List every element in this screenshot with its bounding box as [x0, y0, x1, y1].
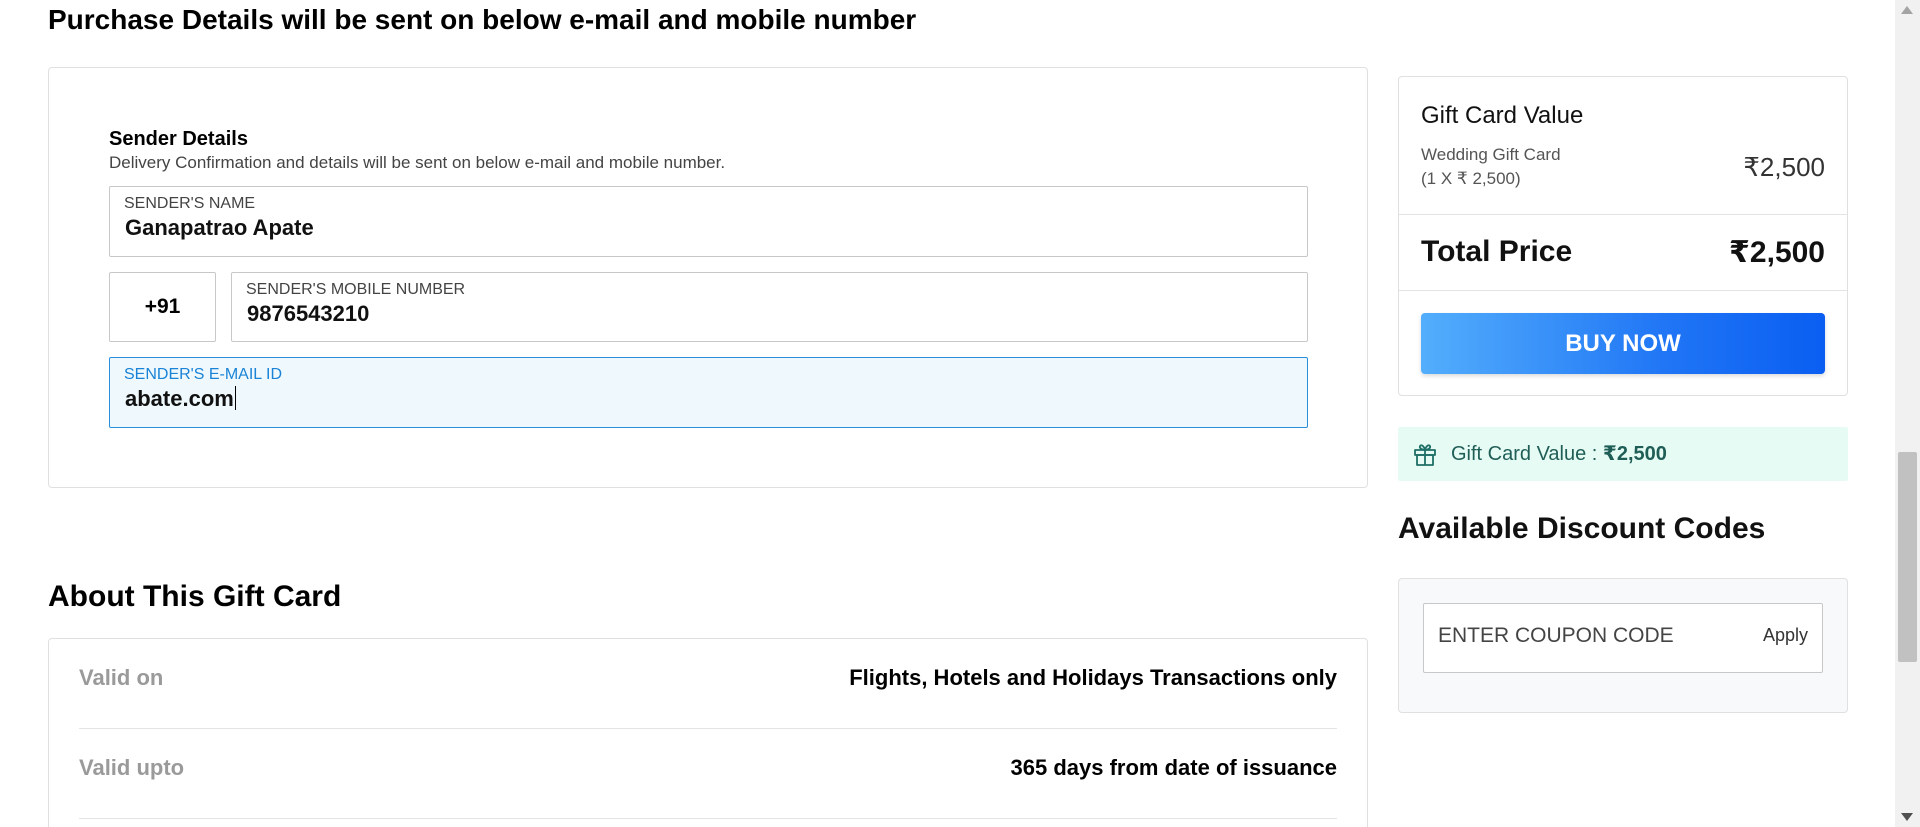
about-row-valid-upto: Valid upto 365 days from date of issuanc…: [79, 729, 1337, 819]
sender-name-label: SENDER'S NAME: [124, 195, 256, 212]
coupon-card: Apply: [1398, 578, 1848, 713]
divider: [1399, 290, 1847, 291]
purchase-heading: Purchase Details will be sent on below e…: [48, 4, 917, 35]
gift-card-value-banner: Gift Card Value : ₹2,500: [1398, 427, 1848, 481]
about-gift-card-heading: About This Gift Card: [48, 580, 342, 613]
gift-card-quantity: (1 X ₹ 2,500): [1421, 169, 1521, 188]
sender-details-title: Sender Details: [109, 128, 248, 150]
country-code-value: +91: [144, 295, 181, 318]
sender-name-field[interactable]: SENDER'S NAME Ganapatrao Apate: [109, 186, 1308, 257]
sender-details-subtitle: Delivery Confirmation and details will b…: [109, 153, 726, 172]
text-caret: [234, 386, 236, 410]
sender-mobile-label: SENDER'S MOBILE NUMBER: [246, 281, 466, 298]
gift-card-value-banner-text: Gift Card Value : ₹2,500: [1451, 441, 1667, 466]
banner-label: Gift Card Value :: [1451, 443, 1603, 465]
about-row-valid-on: Valid on Flights, Hotels and Holidays Tr…: [79, 639, 1337, 729]
scroll-down-arrow-icon[interactable]: [1901, 813, 1913, 821]
about-gift-card-table: Valid on Flights, Hotels and Holidays Tr…: [48, 638, 1368, 827]
total-price-label: Total Price: [1421, 235, 1573, 268]
about-row-value: Flights, Hotels and Holidays Transaction…: [849, 665, 1337, 690]
country-code-selector[interactable]: +91: [109, 272, 216, 342]
sender-email-field[interactable]: SENDER'S E-MAIL ID abate.com: [109, 357, 1308, 428]
sender-name-value: Ganapatrao Apate: [125, 215, 314, 240]
buy-now-button[interactable]: BUY NOW: [1421, 313, 1825, 374]
scroll-up-arrow-icon[interactable]: [1901, 6, 1913, 14]
about-row-key: Valid on: [79, 665, 164, 690]
coupon-field: Apply: [1423, 603, 1823, 673]
coupon-code-input[interactable]: [1438, 624, 1738, 648]
vertical-scrollbar[interactable]: [1895, 0, 1920, 827]
sender-mobile-value: 9876543210: [247, 301, 370, 326]
banner-value: ₹2,500: [1602, 443, 1667, 465]
gift-card-amount: ₹2,500: [1743, 152, 1825, 182]
sender-mobile-field[interactable]: SENDER'S MOBILE NUMBER 9876543210: [231, 272, 1308, 342]
total-price-value: ₹2,500: [1729, 236, 1825, 269]
sender-email-value: abate.com: [125, 386, 234, 411]
about-row-key: Valid upto: [79, 755, 185, 780]
sender-email-label: SENDER'S E-MAIL ID: [124, 366, 283, 383]
gift-icon: [1414, 444, 1436, 466]
scrollbar-thumb[interactable]: [1898, 452, 1917, 662]
about-row-value: 365 days from date of issuance: [1010, 755, 1337, 780]
gift-card-value-title: Gift Card Value: [1421, 102, 1584, 129]
sender-details-card: Sender Details Delivery Confirmation and…: [48, 67, 1368, 488]
divider: [1399, 214, 1847, 215]
page: Purchase Details will be sent on below e…: [0, 0, 1920, 827]
apply-coupon-button[interactable]: Apply: [1763, 625, 1808, 646]
gift-card-name: Wedding Gift Card: [1421, 145, 1561, 164]
discount-codes-heading: Available Discount Codes: [1398, 512, 1766, 545]
sender-email-value-wrap: abate.com: [125, 386, 236, 412]
price-summary-card: Gift Card Value Wedding Gift Card (1 X ₹…: [1398, 76, 1848, 396]
